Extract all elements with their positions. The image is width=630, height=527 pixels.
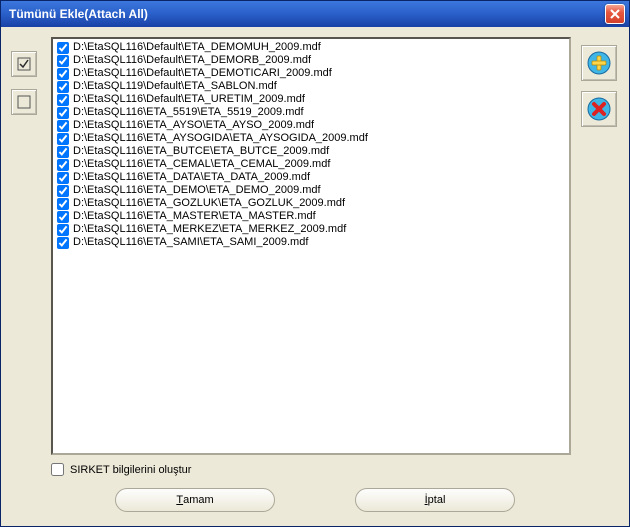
main-window: Tümünü Ekle(Attach All) <box>0 0 630 527</box>
ok-button-rest: amam <box>183 494 214 506</box>
file-checkbox[interactable] <box>57 185 69 197</box>
file-path-label: D:\EtaSQL116\ETA_CEMAL\ETA_CEMAL_2009.md… <box>73 158 330 171</box>
file-checkbox[interactable] <box>57 211 69 223</box>
file-path-label: D:\EtaSQL116\Default\ETA_DEMOTICARI_2009… <box>73 67 332 80</box>
dialog-button-row: Tamam İptal <box>51 488 579 512</box>
file-checkbox[interactable] <box>57 133 69 145</box>
file-checkbox[interactable] <box>57 94 69 106</box>
file-path-label: D:\EtaSQL116\Default\ETA_DEMOMUH_2009.md… <box>73 41 321 54</box>
file-path-label: D:\EtaSQL116\Default\ETA_DEMORB_2009.mdf <box>73 54 311 67</box>
ok-button[interactable]: Tamam <box>115 488 275 512</box>
close-button[interactable] <box>605 4 625 24</box>
select-all-button[interactable] <box>11 51 37 77</box>
list-item[interactable]: D:\EtaSQL116\ETA_CEMAL\ETA_CEMAL_2009.md… <box>55 158 567 171</box>
list-item[interactable]: D:\EtaSQL116\ETA_AYSO\ETA_AYSO_2009.mdf <box>55 119 567 132</box>
file-path-label: D:\EtaSQL116\ETA_GOZLUK\ETA_GOZLUK_2009.… <box>73 197 345 210</box>
window-title: Tümünü Ekle(Attach All) <box>9 7 605 21</box>
file-checkbox[interactable] <box>57 159 69 171</box>
left-tool-column <box>11 37 43 455</box>
file-checkbox[interactable] <box>57 42 69 54</box>
file-checkbox[interactable] <box>57 172 69 184</box>
titlebar: Tümünü Ekle(Attach All) <box>1 1 629 27</box>
x-icon <box>586 96 612 122</box>
file-checkbox[interactable] <box>57 120 69 132</box>
file-path-label: D:\EtaSQL116\ETA_AYSOGIDA\ETA_AYSOGIDA_2… <box>73 132 368 145</box>
file-path-label: D:\EtaSQL116\ETA_5519\ETA_5519_2009.mdf <box>73 106 304 119</box>
content-area: D:\EtaSQL116\Default\ETA_DEMOMUH_2009.md… <box>1 27 629 526</box>
file-path-label: D:\EtaSQL116\ETA_DEMO\ETA_DEMO_2009.mdf <box>73 184 321 197</box>
list-item[interactable]: D:\EtaSQL116\ETA_DATA\ETA_DATA_2009.mdf <box>55 171 567 184</box>
list-item[interactable]: D:\EtaSQL116\ETA_SAMI\ETA_SAMI_2009.mdf <box>55 236 567 249</box>
file-path-label: D:\EtaSQL119\Default\ETA_SABLON.mdf <box>73 80 277 93</box>
select-all-icon <box>17 57 31 71</box>
file-path-label: D:\EtaSQL116\ETA_SAMI\ETA_SAMI_2009.mdf <box>73 236 308 249</box>
file-path-label: D:\EtaSQL116\ETA_DATA\ETA_DATA_2009.mdf <box>73 171 310 184</box>
file-checkbox[interactable] <box>57 224 69 236</box>
list-item[interactable]: D:\EtaSQL116\ETA_AYSOGIDA\ETA_AYSOGIDA_2… <box>55 132 567 145</box>
file-checkbox[interactable] <box>57 146 69 158</box>
list-item[interactable]: D:\EtaSQL116\Default\ETA_DEMORB_2009.mdf <box>55 54 567 67</box>
list-item[interactable]: D:\EtaSQL116\ETA_DEMO\ETA_DEMO_2009.mdf <box>55 184 567 197</box>
list-item[interactable]: D:\EtaSQL116\ETA_5519\ETA_5519_2009.mdf <box>55 106 567 119</box>
list-item[interactable]: D:\EtaSQL116\Default\ETA_DEMOMUH_2009.md… <box>55 41 567 54</box>
deselect-all-button[interactable] <box>11 89 37 115</box>
close-icon <box>610 9 620 19</box>
file-checkbox[interactable] <box>57 68 69 80</box>
create-sirket-checkbox[interactable] <box>51 463 64 476</box>
list-item[interactable]: D:\EtaSQL116\Default\ETA_URETIM_2009.mdf <box>55 93 567 106</box>
file-checkbox[interactable] <box>57 55 69 67</box>
add-button[interactable] <box>581 45 617 81</box>
plus-icon <box>586 50 612 76</box>
right-tool-column <box>579 37 619 455</box>
file-path-label: D:\EtaSQL116\ETA_AYSO\ETA_AYSO_2009.mdf <box>73 119 314 132</box>
list-item[interactable]: D:\EtaSQL116\ETA_MERKEZ\ETA_MERKEZ_2009.… <box>55 223 567 236</box>
list-item[interactable]: D:\EtaSQL116\ETA_MASTER\ETA_MASTER.mdf <box>55 210 567 223</box>
cancel-button-rest: ptal <box>428 494 446 506</box>
file-path-label: D:\EtaSQL116\ETA_BUTCE\ETA_BUTCE_2009.md… <box>73 145 329 158</box>
file-checkbox[interactable] <box>57 107 69 119</box>
create-sirket-checkbox-row[interactable]: SIRKET bilgilerini oluştur <box>51 463 579 476</box>
create-sirket-label: SIRKET bilgilerini oluştur <box>70 464 191 476</box>
cancel-button[interactable]: İptal <box>355 488 515 512</box>
list-item[interactable]: D:\EtaSQL119\Default\ETA_SABLON.mdf <box>55 80 567 93</box>
remove-button[interactable] <box>581 91 617 127</box>
file-list[interactable]: D:\EtaSQL116\Default\ETA_DEMOMUH_2009.md… <box>51 37 571 455</box>
list-item[interactable]: D:\EtaSQL116\Default\ETA_DEMOTICARI_2009… <box>55 67 567 80</box>
list-item[interactable]: D:\EtaSQL116\ETA_BUTCE\ETA_BUTCE_2009.md… <box>55 145 567 158</box>
file-path-label: D:\EtaSQL116\ETA_MASTER\ETA_MASTER.mdf <box>73 210 316 223</box>
file-path-label: D:\EtaSQL116\ETA_MERKEZ\ETA_MERKEZ_2009.… <box>73 223 346 236</box>
file-checkbox[interactable] <box>57 81 69 93</box>
deselect-all-icon <box>17 95 31 109</box>
bottom-area: SIRKET bilgilerini oluştur Tamam İptal <box>11 455 619 516</box>
ok-button-accel: T <box>176 494 183 506</box>
file-checkbox[interactable] <box>57 198 69 210</box>
list-item[interactable]: D:\EtaSQL116\ETA_GOZLUK\ETA_GOZLUK_2009.… <box>55 197 567 210</box>
file-path-label: D:\EtaSQL116\Default\ETA_URETIM_2009.mdf <box>73 93 305 106</box>
main-row: D:\EtaSQL116\Default\ETA_DEMOMUH_2009.md… <box>11 37 619 455</box>
file-checkbox[interactable] <box>57 237 69 249</box>
